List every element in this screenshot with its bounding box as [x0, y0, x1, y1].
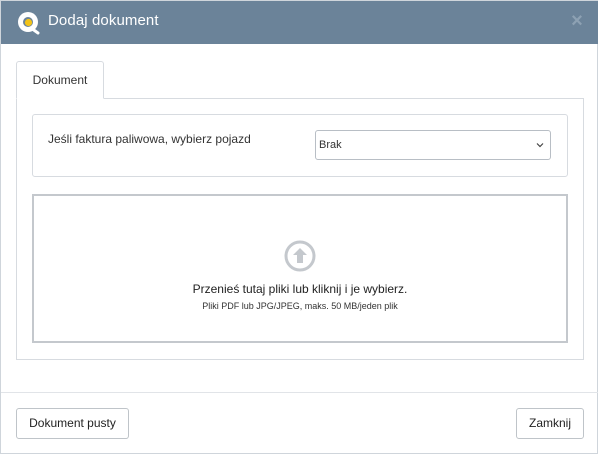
chevron-down-icon: [536, 143, 544, 148]
empty-document-button[interactable]: Dokument pusty: [16, 408, 129, 439]
add-document-dialog: Dodaj dokument × Dokument Jeśli faktura …: [0, 0, 598, 454]
close-icon[interactable]: ×: [567, 11, 587, 32]
close-button[interactable]: Zamknij: [516, 408, 584, 439]
dropzone-main-text: Przenieś tutaj pliki lub kliknij i je wy…: [192, 282, 408, 296]
vehicle-label: Jeśli faktura paliwowa, wybierz pojazd: [48, 132, 251, 146]
vehicle-select[interactable]: Brak: [315, 130, 551, 160]
dialog-titlebar: Dodaj dokument ×: [1, 1, 598, 44]
footer-divider: [1, 392, 598, 393]
dialog-title: Dodaj dokument: [48, 12, 159, 29]
vehicle-select-value: Brak: [319, 139, 342, 151]
tab-dokument[interactable]: Dokument: [16, 61, 104, 99]
upload-icon: [284, 240, 316, 272]
dropzone-hint-text: Pliki PDF lub JPG/JPEG, maks. 50 MB/jede…: [202, 301, 398, 311]
app-logo-icon: [18, 12, 40, 35]
